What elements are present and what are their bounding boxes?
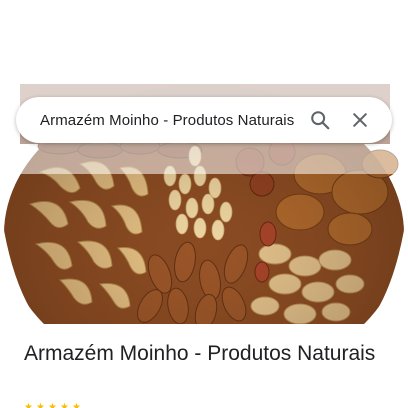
search-input[interactable]: Armazém Moinho - Produtos Naturais bbox=[40, 112, 294, 129]
star-icon: ★ bbox=[36, 402, 45, 408]
star-icon: ★ bbox=[60, 402, 69, 408]
star-icon: ★ bbox=[72, 402, 81, 408]
rating-stars[interactable]: ★ ★ ★ ★ ★ bbox=[24, 403, 82, 408]
place-title: Armazém Moinho - Produtos Naturais bbox=[24, 342, 376, 365]
star-icon: ★ bbox=[24, 402, 33, 408]
clear-search-button[interactable] bbox=[340, 100, 380, 140]
close-icon bbox=[353, 113, 367, 127]
map-area[interactable] bbox=[0, 0, 408, 84]
star-icon: ★ bbox=[48, 402, 57, 408]
place-sheet: Armazém Moinho - Produtos Naturais Armaz… bbox=[0, 0, 408, 408]
search-icon bbox=[311, 111, 330, 130]
search-bar[interactable]: Armazém Moinho - Produtos Naturais bbox=[16, 97, 392, 143]
search-button[interactable] bbox=[300, 100, 340, 140]
